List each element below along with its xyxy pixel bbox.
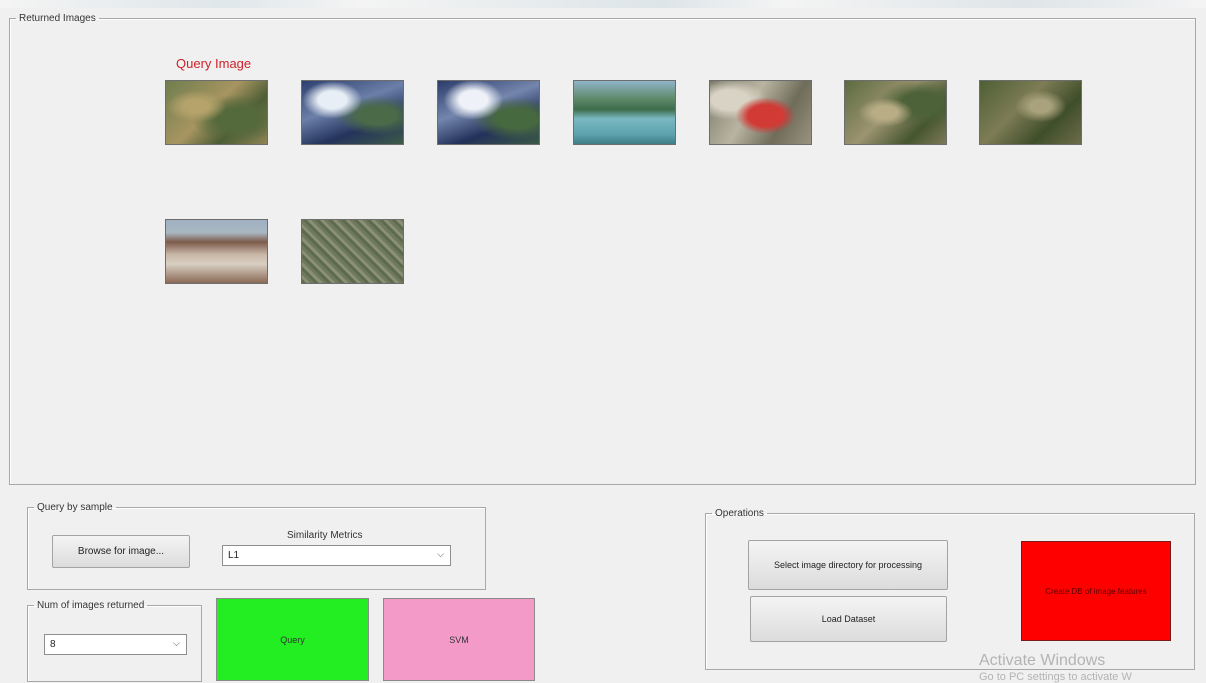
result-image-thumbnail[interactable] [301, 80, 404, 145]
result-image-thumbnail[interactable] [301, 219, 404, 284]
result-image-thumbnail[interactable] [844, 80, 947, 145]
query-button[interactable]: Query [216, 598, 369, 681]
create-db-button[interactable]: Create DB of image features [1021, 541, 1171, 641]
query-by-sample-legend: Query by sample [37, 502, 113, 513]
num-images-value: 8 [50, 639, 56, 650]
query-image-label: Query Image [176, 56, 252, 71]
result-image-thumbnail[interactable] [979, 80, 1082, 145]
browse-image-button[interactable]: Browse for image... [52, 535, 190, 568]
top-banner-fade [0, 0, 1206, 8]
chevron-down-icon: ⌵ [173, 638, 180, 648]
similarity-metric-value: L1 [228, 550, 240, 561]
select-directory-button[interactable]: Select image directory for processing [748, 540, 948, 590]
num-images-legend: Num of images returned [37, 600, 145, 611]
result-image-thumbnail[interactable] [573, 80, 676, 145]
operations-legend: Operations [715, 508, 764, 519]
chevron-down-icon: ⌵ [437, 549, 444, 559]
result-image-thumbnail[interactable] [437, 80, 540, 145]
num-images-select[interactable]: 8 ⌵ [44, 634, 187, 655]
load-dataset-button[interactable]: Load Dataset [750, 596, 947, 642]
similarity-metrics-label: Similarity Metrics [287, 530, 363, 541]
result-image-thumbnail[interactable] [709, 80, 812, 145]
query-image-thumbnail[interactable] [165, 80, 268, 145]
watermark-subtitle: Go to PC settings to activate W [979, 671, 1132, 683]
similarity-metric-select[interactable]: L1 ⌵ [222, 545, 451, 566]
svm-button[interactable]: SVM [383, 598, 535, 681]
returned-images-legend: Returned Images [19, 13, 96, 24]
result-image-thumbnail[interactable] [165, 219, 268, 284]
